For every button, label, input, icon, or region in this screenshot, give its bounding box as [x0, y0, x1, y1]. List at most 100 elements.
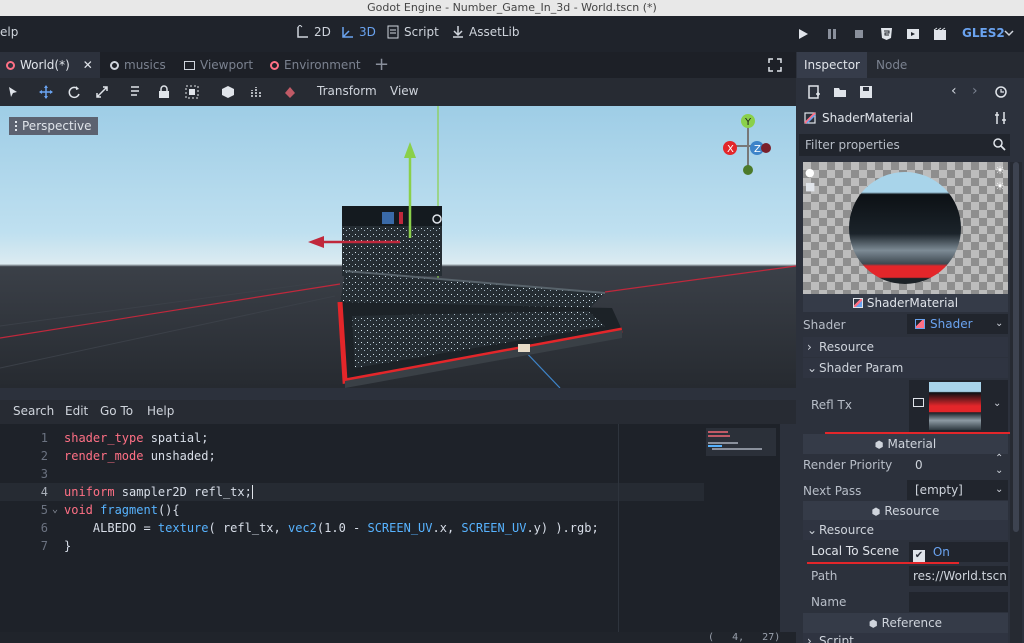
code-text: .x,	[432, 521, 462, 535]
view-menu[interactable]: View	[390, 84, 418, 98]
path-input[interactable]: res://World.tscn::	[909, 566, 1008, 586]
sun-icon[interactable]: ☀	[995, 164, 1005, 177]
shader-value-picker[interactable]: Shader ⌄	[907, 314, 1008, 334]
script-group[interactable]: › Script	[803, 633, 1008, 643]
history-forward-icon[interactable]: ›	[972, 83, 978, 99]
material-section[interactable]: ⬢ Material	[803, 434, 1008, 454]
texture-thumbnail	[929, 382, 981, 430]
code-text: unshaded;	[143, 449, 216, 463]
resource-group[interactable]: ⌄ Resource	[803, 520, 1008, 540]
local-to-scene-checkbox[interactable]: ✔ On	[909, 542, 1008, 562]
3d-viewport[interactable]: Perspective Y Z X	[0, 106, 796, 388]
list-select-icon[interactable]	[128, 84, 144, 100]
play-custom-scene-icon[interactable]	[906, 27, 920, 41]
code-editor[interactable]: 1 shader_type spatial; 2 render_mode uns…	[0, 424, 796, 632]
chevron-down-icon: ⌄	[807, 361, 818, 375]
menu-help-script[interactable]: Help	[147, 404, 174, 418]
code-function: vec2	[287, 521, 317, 535]
save-icon[interactable]	[859, 85, 873, 99]
tab-viewport[interactable]: Viewport	[178, 52, 259, 78]
code-text: ( refl_tx,	[208, 521, 288, 535]
viewport-icon	[184, 60, 195, 70]
move-tool-icon[interactable]	[38, 84, 54, 100]
light-2-icon[interactable]: ■	[805, 180, 815, 193]
fullscreen-icon[interactable]	[768, 58, 782, 72]
tab-inspector[interactable]: Inspector	[797, 52, 867, 78]
menu-handle-icon	[15, 121, 17, 131]
menu-edit[interactable]: Edit	[65, 404, 88, 418]
render-priority-spinbox[interactable]: 0 ⌃ ⌄	[907, 453, 1008, 477]
object-properties-icon[interactable]	[994, 111, 1008, 125]
reference-section[interactable]: ⬢ Reference	[803, 613, 1008, 633]
light-1-icon[interactable]: ●	[805, 166, 815, 179]
refl-tx-texture-picker[interactable]: ⌄	[909, 380, 1008, 432]
workspace-3d-button[interactable]: 3D	[341, 25, 376, 39]
tab-musics[interactable]: musics	[104, 52, 172, 78]
resource-subsection[interactable]: › Resource	[803, 337, 1008, 357]
group-icon[interactable]	[184, 84, 200, 100]
next-pass-picker[interactable]: [empty] ⌄	[907, 480, 1008, 500]
search-icon	[993, 138, 1006, 151]
sun-2-icon[interactable]: ☀	[995, 180, 1005, 193]
fold-arrow-icon[interactable]: ⌄	[52, 501, 58, 519]
add-tab-icon[interactable]: +	[374, 54, 389, 75]
3d-icon	[342, 27, 353, 38]
name-input[interactable]	[909, 592, 1008, 612]
stop-icon[interactable]	[853, 28, 865, 40]
history-icon[interactable]	[995, 86, 1007, 98]
play-scene-icon[interactable]	[880, 27, 893, 41]
transform-menu[interactable]: Transform	[317, 84, 377, 98]
pause-icon[interactable]	[826, 28, 838, 40]
code-keyword: uniform	[64, 485, 115, 499]
filter-properties-input[interactable]: Filter properties	[799, 134, 1010, 156]
tab-world[interactable]: World(*) ✕	[0, 52, 100, 78]
renderer-select[interactable]: GLES2	[962, 26, 1005, 40]
preview-resource-name: ShaderMaterial	[866, 296, 959, 310]
code-minimap[interactable]	[706, 428, 776, 456]
text-cursor	[251, 485, 253, 499]
tab-node[interactable]: Node	[869, 52, 914, 78]
line-number: 5	[40, 503, 48, 517]
rotate-tool-icon[interactable]	[66, 84, 82, 100]
menu-goto[interactable]: Go To	[100, 404, 133, 418]
scale-tool-icon[interactable]	[94, 84, 110, 100]
workspace-script-button[interactable]: Script	[386, 25, 439, 39]
history-back-icon[interactable]: ‹	[951, 83, 957, 99]
preview-camera-icon[interactable]	[282, 84, 298, 100]
menu-help[interactable]: elp	[0, 25, 18, 39]
select-tool-icon[interactable]	[5, 84, 21, 100]
download-icon	[453, 26, 463, 38]
local-space-icon[interactable]	[220, 84, 236, 100]
stepper-arrows-icon[interactable]: ⌃ ⌄	[995, 453, 1003, 477]
resource-section[interactable]: ⬢ Resource	[803, 501, 1008, 521]
snap-icon[interactable]	[248, 84, 264, 100]
inspector-scrollbar[interactable]	[1010, 162, 1022, 643]
play-icon[interactable]	[797, 28, 809, 40]
axis-gizmo[interactable]: Y Z X	[712, 110, 784, 182]
line-length-guideline	[618, 424, 619, 632]
shader-label: Shader	[803, 318, 846, 332]
editor-vertical-scrollbar[interactable]	[780, 424, 796, 632]
workspace-assetlib-button[interactable]: AssetLib	[451, 25, 519, 39]
line-number: 1	[40, 431, 48, 445]
axis-y-label: Y	[744, 117, 752, 128]
tab-environment[interactable]: Environment	[264, 52, 367, 78]
close-icon[interactable]: ✕	[83, 58, 93, 72]
movie-icon[interactable]	[933, 27, 947, 41]
scrollbar-thumb[interactable]	[1013, 162, 1019, 532]
local-to-scene-value: On	[932, 545, 950, 559]
workspace-3d-label: 3D	[359, 25, 376, 39]
chevron-down-icon: ⌄	[995, 318, 1004, 329]
chevron-down-icon: ⌄	[993, 398, 1002, 409]
perspective-menu[interactable]: Perspective	[9, 117, 98, 135]
workspace-script-label: Script	[404, 25, 439, 39]
menu-search[interactable]: Search	[13, 404, 54, 418]
code-line: 2 render_mode unshaded;	[0, 447, 704, 465]
cube-icon: ⬢	[871, 507, 881, 518]
lock-icon[interactable]	[156, 84, 172, 100]
shader-param-subsection[interactable]: ⌄ Shader Param	[803, 358, 1008, 378]
resource-name[interactable]: ShaderMaterial	[822, 111, 913, 125]
workspace-2d-button[interactable]: 2D	[296, 25, 331, 39]
open-folder-icon[interactable]	[833, 85, 847, 99]
new-resource-icon[interactable]	[807, 85, 821, 99]
